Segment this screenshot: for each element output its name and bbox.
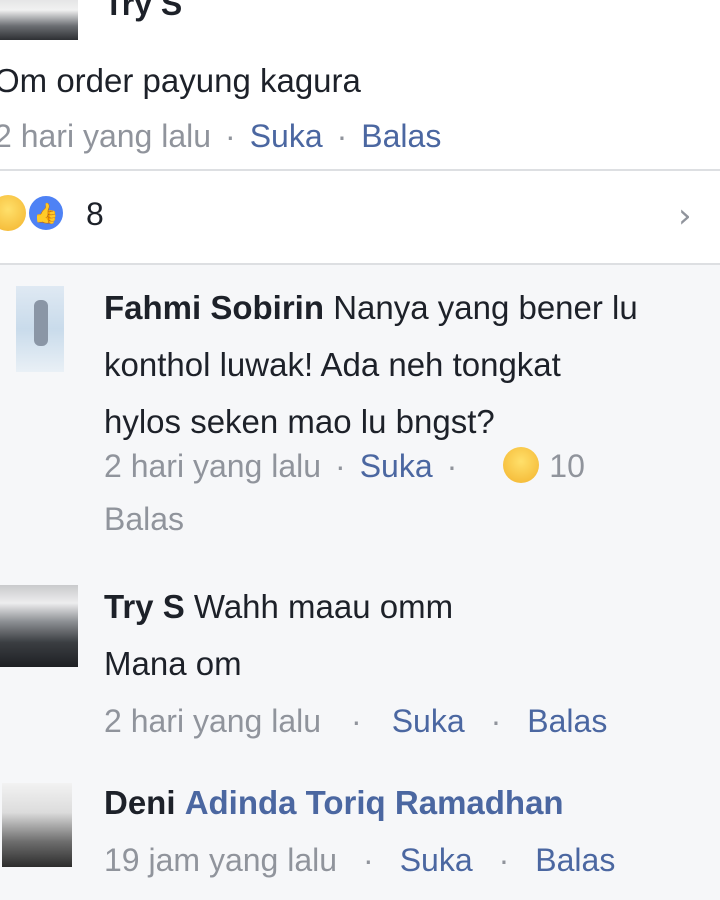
reply-time[interactable]: 19 jam yang lalu <box>104 842 337 878</box>
separator-dot: · <box>335 448 346 484</box>
reply-link[interactable]: Balas <box>361 118 441 154</box>
comment-text: Om order payung kagura <box>0 62 361 99</box>
tagged-user-link[interactable]: Adinda Toriq Ramadhan <box>185 784 564 821</box>
avatar[interactable] <box>2 783 72 867</box>
reply-meta: 2 hari yang lalu · Suka · Balas <box>104 703 607 740</box>
avatar[interactable] <box>0 0 78 40</box>
reply-link[interactable]: Balas <box>535 842 615 878</box>
reaction-summary-bar[interactable] <box>0 171 720 263</box>
like-link[interactable]: Suka <box>360 448 433 484</box>
reply-time[interactable]: 2 hari yang lalu <box>104 448 321 484</box>
like-icon: 👍 <box>26 193 66 233</box>
reply-link[interactable]: Balas <box>104 501 184 538</box>
comment-time[interactable]: 2 hari yang lalu <box>0 118 211 154</box>
reply-line: Mana om <box>104 645 242 682</box>
comment-thread: Try S Om order payung kagura 2 hari yang… <box>0 0 720 900</box>
reply-line: Nanya yang bener lu <box>333 289 638 326</box>
like-link[interactable]: Suka <box>250 118 323 154</box>
reply-text: Try S Wahh maau omm Mana om <box>104 578 720 692</box>
avatar[interactable] <box>0 585 78 667</box>
separator-dot: · <box>363 842 374 878</box>
avatar[interactable] <box>16 286 64 372</box>
chevron-right-icon[interactable]: › <box>678 196 692 236</box>
reply-meta: 2 hari yang lalu · Suka · 10 <box>104 447 585 485</box>
comment-author[interactable]: Try S <box>104 0 182 23</box>
reply-meta: 19 jam yang lalu · Suka · Balas <box>104 842 615 879</box>
separator-dot: · <box>336 118 348 154</box>
like-link[interactable]: Suka <box>400 842 473 878</box>
reply-text: Fahmi Sobirin Nanya yang bener lu kontho… <box>104 279 720 450</box>
reply-author[interactable]: Deni <box>104 784 176 821</box>
separator-dot: · <box>498 842 510 878</box>
reply-text: Deni Adinda Toriq Ramadhan <box>104 774 720 831</box>
reply-time[interactable]: 2 hari yang lalu <box>104 703 321 739</box>
separator-dot: · <box>446 448 458 484</box>
reply-author[interactable]: Try S <box>104 588 185 625</box>
haha-icon <box>503 447 540 483</box>
reply-line: hylos seken mao lu bngst? <box>104 403 495 440</box>
reply-author[interactable]: Fahmi Sobirin <box>104 289 324 326</box>
separator-dot: · <box>225 118 236 154</box>
reaction-count: 10 <box>549 448 585 484</box>
separator-dot: · <box>490 703 502 739</box>
like-link[interactable]: Suka <box>392 703 465 739</box>
comment-meta: 2 hari yang lalu · Suka · Balas <box>0 118 441 155</box>
separator-dot: · <box>351 703 362 739</box>
reply-line: Wahh maau omm <box>193 588 454 625</box>
reaction-count[interactable]: 8 <box>86 196 104 233</box>
reply-line: konthol luwak! Ada neh tongkat <box>104 346 561 383</box>
reply-link[interactable]: Balas <box>527 703 607 739</box>
reply-reactions[interactable]: 10 <box>503 447 585 484</box>
